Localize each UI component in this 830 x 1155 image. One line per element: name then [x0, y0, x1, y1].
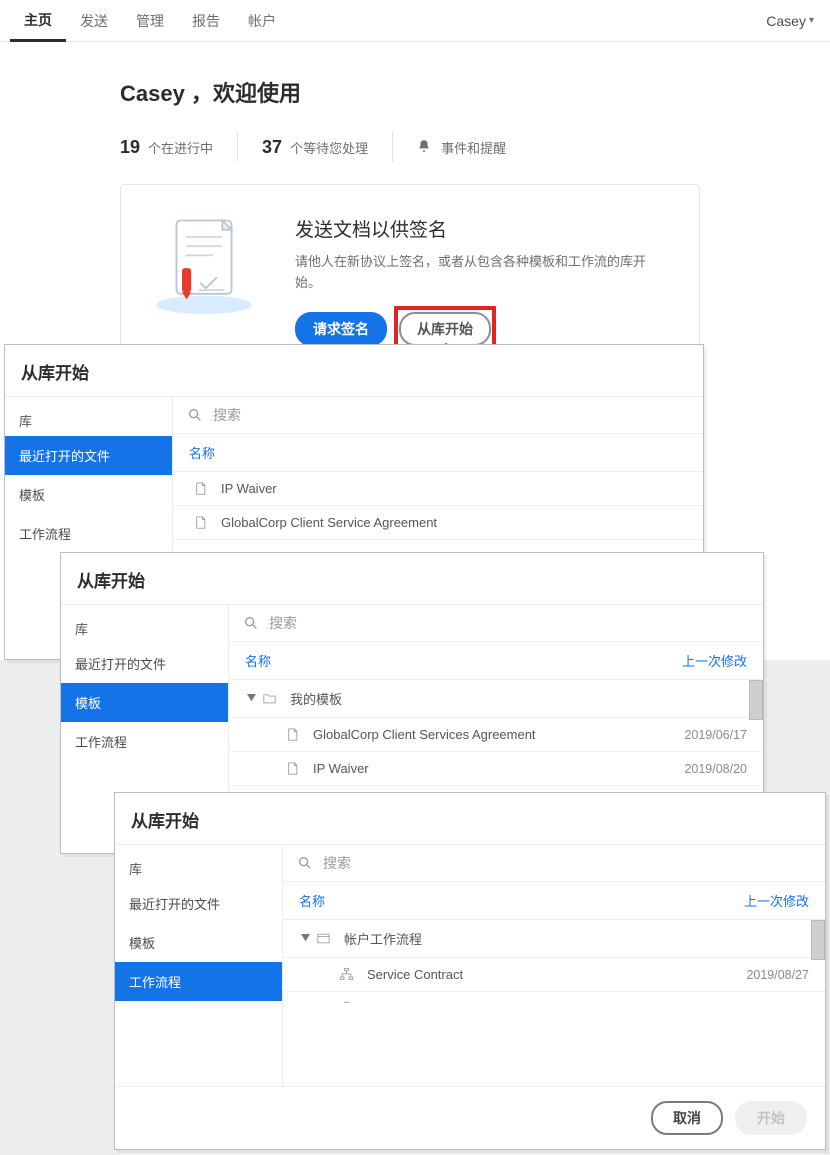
- sidebar-item-recent[interactable]: 最近打开的文件: [5, 436, 172, 475]
- scrollbar[interactable]: [811, 920, 825, 960]
- group-name: 我的模板: [290, 689, 747, 708]
- column-headers: 名称: [173, 434, 703, 472]
- document-illustration: [149, 215, 259, 346]
- dialog-title: 从库开始: [61, 553, 763, 604]
- col-name[interactable]: 名称: [245, 651, 637, 670]
- user-name: Casey: [766, 13, 806, 29]
- workflow-icon: [339, 967, 355, 982]
- search-placeholder: 搜索: [213, 405, 241, 425]
- item-name: GlobalCorp Client Services Agreement: [313, 727, 637, 742]
- pending-label: 个等待您处理: [290, 138, 368, 157]
- list-item[interactable]: NDA 2019/08/23: [283, 992, 825, 1003]
- list-item[interactable]: IP Waiver: [173, 472, 703, 506]
- search-field[interactable]: 搜索: [173, 397, 703, 434]
- item-date: 2019/08/20: [637, 762, 747, 776]
- item-name: GlobalCorp Client Service Agreement: [221, 515, 687, 530]
- nav-tab-send[interactable]: 发送: [66, 1, 122, 40]
- col-modified[interactable]: 上一次修改: [637, 651, 747, 670]
- folder-icon: [262, 691, 278, 706]
- col-modified[interactable]: 上一次修改: [699, 891, 809, 910]
- list-item[interactable]: IP Waiver 2019/08/20: [229, 752, 763, 786]
- nav-tab-manage[interactable]: 管理: [122, 1, 178, 40]
- item-name: NDA: [367, 1001, 699, 1003]
- welcome-heading: Casey ，欢迎使用: [120, 76, 830, 108]
- expand-triangle-icon: [247, 694, 256, 703]
- dialog-title: 从库开始: [115, 793, 825, 844]
- in-progress-count: 19: [120, 137, 140, 158]
- request-signature-button[interactable]: 请求签名: [295, 312, 387, 346]
- document-icon: [285, 727, 301, 742]
- library-dialog-workflows: 从库开始 库 最近打开的文件 模板 工作流程 搜索 名称 上一次修改 帐户工作流: [114, 792, 826, 1150]
- group-row[interactable]: 我的模板: [229, 680, 763, 718]
- workflow-folder-icon: [316, 931, 332, 946]
- pending-count: 37: [262, 137, 282, 158]
- stat-pending[interactable]: 37 个等待您处理: [238, 137, 392, 158]
- list-item[interactable]: Service Contract 2019/08/27: [283, 958, 825, 992]
- group-name: 帐户工作流程: [344, 929, 809, 948]
- document-icon: [193, 515, 209, 530]
- document-icon: [285, 761, 301, 776]
- item-name: Service Contract: [367, 967, 699, 982]
- dialog-footer: 取消 开始: [115, 1086, 825, 1149]
- sidebar-item-recent[interactable]: 最近打开的文件: [115, 884, 282, 923]
- item-date: 2019/08/27: [699, 968, 809, 982]
- list-item[interactable]: GlobalCorp Client Services Agreement 201…: [229, 718, 763, 752]
- item-date: 2019/08/23: [699, 1002, 809, 1004]
- search-placeholder: 搜索: [269, 613, 297, 633]
- nav-tab-reports[interactable]: 报告: [178, 1, 234, 40]
- start-button: 开始: [735, 1101, 807, 1135]
- col-name[interactable]: 名称: [189, 443, 687, 462]
- in-progress-label: 个在进行中: [148, 138, 213, 157]
- column-headers: 名称 上一次修改: [283, 882, 825, 920]
- item-name: IP Waiver: [313, 761, 637, 776]
- sidebar-header: 库: [61, 611, 228, 644]
- sidebar-item-templates[interactable]: 模板: [115, 923, 282, 962]
- home-content: Casey ，欢迎使用 19 个在进行中 37 个等待您处理 事件和提醒: [0, 42, 830, 381]
- caret-down-icon: ▾: [809, 15, 814, 26]
- bell-icon: [417, 139, 431, 153]
- item-date: 2019/06/17: [637, 728, 747, 742]
- column-headers: 名称 上一次修改: [229, 642, 763, 680]
- stat-events[interactable]: 事件和提醒: [393, 138, 530, 157]
- dialog-sidebar: 库 最近打开的文件 模板 工作流程: [115, 845, 283, 1086]
- document-icon: [193, 481, 209, 496]
- sidebar-item-workflows[interactable]: 工作流程: [5, 514, 172, 553]
- search-field[interactable]: 搜索: [283, 845, 825, 882]
- col-name[interactable]: 名称: [299, 891, 699, 910]
- search-icon: [297, 855, 313, 871]
- sidebar-item-recent[interactable]: 最近打开的文件: [61, 644, 228, 683]
- sidebar-header: 库: [115, 851, 282, 884]
- card-description: 请他人在新协议上签名，或者从包含各种模板和工作流的库开始。: [295, 252, 671, 294]
- user-menu[interactable]: Casey ▾: [766, 13, 820, 29]
- stats-row: 19 个在进行中 37 个等待您处理 事件和提醒: [120, 132, 830, 162]
- sidebar-item-templates[interactable]: 模板: [5, 475, 172, 514]
- cancel-button[interactable]: 取消: [651, 1101, 723, 1135]
- sidebar-item-workflows[interactable]: 工作流程: [61, 722, 228, 761]
- search-field[interactable]: 搜索: [229, 605, 763, 642]
- stat-in-progress[interactable]: 19 个在进行中: [120, 137, 237, 158]
- sidebar-header: 库: [5, 403, 172, 436]
- group-row[interactable]: 帐户工作流程: [283, 920, 825, 958]
- start-from-library-button[interactable]: 从库开始: [399, 312, 491, 346]
- search-placeholder: 搜索: [323, 853, 351, 873]
- top-nav: 主页 发送 管理 报告 帐户 Casey ▾: [0, 0, 830, 42]
- sidebar-item-workflows[interactable]: 工作流程: [115, 962, 282, 1001]
- item-name: IP Waiver: [221, 481, 687, 496]
- expand-triangle-icon: [301, 934, 310, 943]
- nav-tab-home[interactable]: 主页: [10, 0, 66, 42]
- workflow-icon: [339, 1001, 355, 1003]
- list-item[interactable]: GlobalCorp Client Service Agreement: [173, 506, 703, 540]
- scrollbar[interactable]: [749, 680, 763, 720]
- nav-tab-account[interactable]: 帐户: [234, 1, 290, 40]
- search-icon: [187, 407, 203, 423]
- dialog-title: 从库开始: [5, 345, 703, 396]
- sidebar-item-templates[interactable]: 模板: [61, 683, 228, 722]
- card-title: 发送文档以供签名: [295, 215, 671, 242]
- search-icon: [243, 615, 259, 631]
- events-label: 事件和提醒: [441, 138, 506, 157]
